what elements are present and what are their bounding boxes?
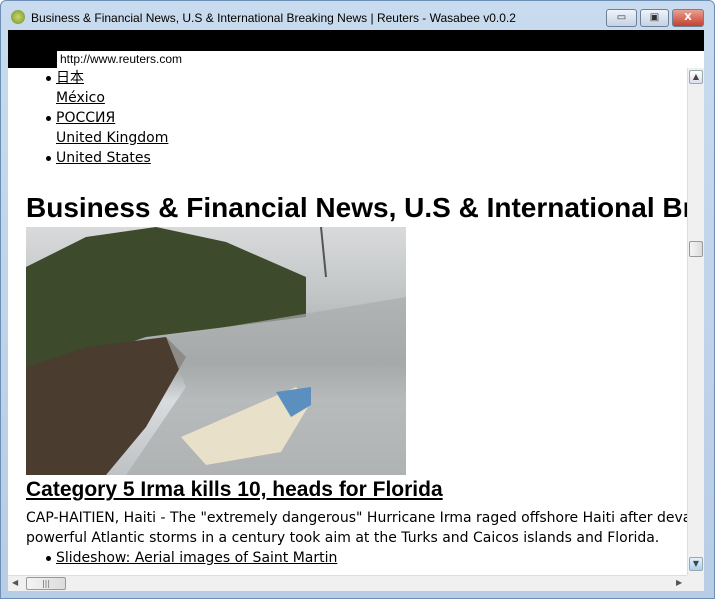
page-heading: Business & Financial News, U.S & Interna… [26, 192, 687, 223]
scroll-left-arrow-icon[interactable]: ◀ [12, 578, 18, 587]
photo-image [26, 227, 406, 475]
scroll-down-arrow-icon[interactable]: ▼ [689, 557, 703, 571]
edition-link[interactable]: РОССИЯ [56, 110, 115, 126]
close-button[interactable]: X [672, 9, 704, 27]
edition-item: 日本 [8, 68, 168, 88]
edition-link[interactable]: United Kingdom [56, 130, 168, 146]
vertical-scrollbar[interactable]: ▲ ▼ [687, 68, 704, 575]
resize-grip[interactable] [687, 575, 704, 591]
story-summary: CAP-HAITIEN, Haiti - The "extremely dang… [26, 508, 687, 548]
related-item: Slideshow: Aerial images of Saint Martin [8, 548, 687, 568]
edition-item: United Kingdom [8, 128, 168, 148]
related-list: Slideshow: Aerial images of Saint Martin [8, 548, 687, 568]
title-bar[interactable]: Business & Financial News, U.S & Interna… [1, 1, 715, 31]
edition-link[interactable]: 日本 [56, 70, 84, 86]
maximize-button[interactable]: ▣ [640, 9, 669, 27]
edition-item: México [8, 88, 168, 108]
scroll-up-arrow-icon[interactable]: ▲ [689, 70, 703, 84]
horizontal-scroll-thumb[interactable]: ||| [26, 577, 66, 590]
edition-link[interactable]: United States [56, 150, 151, 166]
edition-item: United States [8, 148, 168, 168]
window-title: Business & Financial News, U.S & Interna… [31, 11, 516, 25]
edition-item: РОССИЯ [8, 108, 168, 128]
story-headline: Category 5 Irma kills 10, heads for Flor… [26, 478, 443, 502]
story-headline-link[interactable]: Category 5 Irma kills 10, heads for Flor… [26, 478, 443, 501]
summary-line: powerful Atlantic storms in a century to… [26, 530, 660, 546]
url-input[interactable] [57, 51, 704, 68]
hurricane-boat-photo[interactable] [26, 227, 406, 475]
edition-list: 日本 México РОССИЯ United Kingdom United S… [8, 68, 168, 168]
minimize-button[interactable]: ▭ [606, 9, 637, 27]
web-content: 日本 México РОССИЯ United Kingdom United S… [8, 68, 687, 575]
vertical-scroll-thumb[interactable] [689, 241, 703, 257]
summary-line: CAP-HAITIEN, Haiti - The "extremely dang… [26, 510, 687, 526]
related-link[interactable]: Slideshow: Aerial images of Saint Martin [56, 550, 337, 566]
horizontal-scrollbar[interactable]: ◀ ||| ▶ [8, 575, 687, 591]
scroll-right-arrow-icon[interactable]: ▶ [676, 578, 682, 587]
edition-link[interactable]: México [56, 90, 105, 106]
wasabee-app-icon [11, 10, 25, 24]
